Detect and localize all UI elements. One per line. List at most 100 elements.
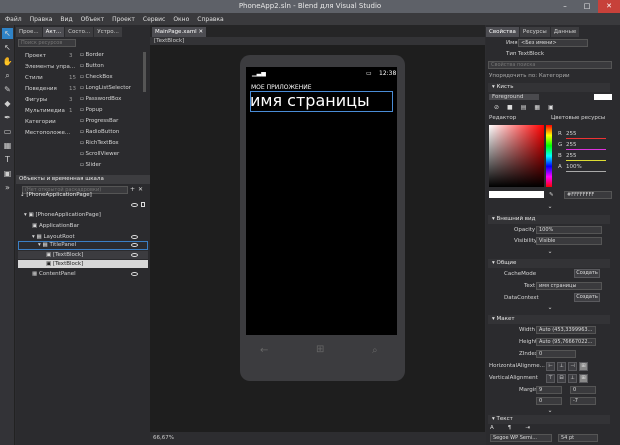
menu-file[interactable]: Файл	[5, 16, 22, 23]
category-item[interactable]: Поведения	[25, 86, 57, 92]
control-item[interactable]: ▫ Slider	[80, 162, 101, 168]
hex-field[interactable]	[564, 191, 612, 199]
asset-search-input[interactable]	[18, 39, 76, 47]
control-item[interactable]: ▫ Popup	[80, 107, 102, 113]
category-item[interactable]: Мультимедиа	[25, 108, 65, 114]
appearance-section[interactable]: ▾ Внешний вид	[488, 215, 610, 224]
menu-tools[interactable]: Сервис	[143, 16, 165, 23]
cachemode-create-button[interactable]: Создать	[574, 269, 600, 278]
solid-brush-icon[interactable]: ■	[507, 104, 513, 111]
color-resources-tab[interactable]: Цветовые ресурсы	[551, 115, 605, 121]
tab-project[interactable]: Прое...	[16, 27, 42, 37]
brush-expand-icon[interactable]: ⌄	[546, 203, 554, 210]
control-item[interactable]: ▫ CheckBox	[80, 74, 113, 80]
visibility-eye-icon[interactable]	[131, 235, 138, 239]
margin-left-field[interactable]	[536, 386, 562, 394]
g-value[interactable]: 255	[566, 142, 577, 148]
brush-section[interactable]: ▾ Кисть	[488, 83, 610, 92]
minimize-button[interactable]: –	[554, 0, 576, 13]
g-slider[interactable]	[566, 149, 606, 150]
add-storyboard-icon[interactable]: +	[130, 186, 135, 193]
control-item[interactable]: ▫ Border	[80, 52, 104, 58]
menu-view[interactable]: Вид	[60, 16, 72, 23]
rectangle-tool-icon[interactable]: ▭	[2, 126, 13, 137]
margin-top-field[interactable]	[570, 386, 596, 394]
a-slider[interactable]	[566, 171, 606, 172]
control-item[interactable]: ▫ ScrollViewer	[80, 151, 119, 157]
gradient-brush-icon[interactable]: ▤	[521, 104, 527, 111]
lock-icon[interactable]	[141, 202, 145, 207]
menu-window[interactable]: Окно	[173, 16, 189, 23]
control-item[interactable]: ▫ Button	[80, 63, 104, 69]
layout-section[interactable]: ▾ Макет	[488, 315, 610, 324]
align-center-icon[interactable]: ⊥	[557, 362, 566, 371]
margin-right-field[interactable]	[536, 397, 562, 405]
category-item[interactable]: Фигуры	[25, 97, 47, 103]
visibility-select[interactable]	[536, 237, 602, 245]
category-item[interactable]: Стили	[25, 75, 43, 81]
maximize-button[interactable]: □	[576, 0, 598, 13]
a-value[interactable]: 100%	[566, 164, 582, 170]
name-field[interactable]	[518, 39, 588, 47]
visibility-eye-icon[interactable]	[131, 203, 138, 207]
visibility-eye-icon[interactable]	[131, 243, 138, 247]
asset-scrollbar[interactable]	[143, 52, 146, 92]
resource-brush-icon[interactable]: ▣	[548, 104, 554, 111]
menu-project[interactable]: Проект	[112, 16, 135, 23]
height-field[interactable]	[536, 338, 596, 346]
valign-top-icon[interactable]: ⊤	[546, 374, 555, 383]
valign-stretch-icon[interactable]: ⊞	[579, 374, 588, 383]
tile-brush-icon[interactable]: ▦	[534, 104, 540, 111]
app-title[interactable]: МОЕ ПРИЛОЖЕНИЕ	[251, 84, 312, 91]
hue-slider[interactable]	[546, 125, 552, 187]
category-item[interactable]: Элементы упра...	[25, 64, 75, 70]
property-search-input[interactable]	[488, 61, 612, 69]
align-right-icon[interactable]: ⊣	[568, 362, 577, 371]
tree-item[interactable]: ▾ ▦ LayoutRoot	[32, 234, 75, 240]
tab-data[interactable]: Данные	[550, 27, 580, 37]
r-slider[interactable]	[566, 138, 606, 139]
eyedropper-icon[interactable]: ✎	[549, 192, 554, 198]
tab-resources[interactable]: Ресурсы	[519, 27, 550, 37]
valign-center-icon[interactable]: ⊟	[557, 374, 566, 383]
control-item[interactable]: ▫ LongListSelector	[80, 85, 131, 91]
zoom-tool-icon[interactable]: ⌕	[2, 70, 13, 81]
page-title[interactable]: имя страницы	[250, 91, 370, 110]
width-field[interactable]	[536, 326, 596, 334]
r-value[interactable]: 255	[566, 131, 577, 137]
foreground-swatch[interactable]	[594, 94, 612, 100]
layout-tool-icon[interactable]: ▦	[2, 140, 13, 151]
tree-item[interactable]: ▾ ▣ [PhoneApplicationPage]	[24, 212, 101, 218]
tree-item[interactable]: ▾ ▦ TitlePanel	[38, 242, 76, 248]
font-tab[interactable]: A	[490, 425, 494, 431]
menu-help[interactable]: Справка	[197, 16, 223, 23]
align-left-icon[interactable]: ⊢	[546, 362, 555, 371]
tree-item-selected[interactable]: ▣ [TextBlock]	[46, 261, 83, 267]
menu-edit[interactable]: Правка	[30, 16, 53, 23]
foreground-row[interactable]: Foreground	[489, 94, 539, 100]
direct-select-tool-icon[interactable]: ↖	[2, 42, 13, 53]
root-element[interactable]: ⇣ [PhoneApplicationPage]	[20, 192, 92, 198]
tab-assets[interactable]: Акт...	[42, 27, 65, 37]
common-expand-icon[interactable]: ⌄	[546, 304, 554, 311]
tree-item[interactable]: ▣ ApplicationBar	[32, 223, 79, 229]
tree-item[interactable]: ▣ [TextBlock]	[46, 252, 83, 258]
paragraph-tab[interactable]: ¶	[508, 425, 512, 431]
align-stretch-icon[interactable]: ⊞	[579, 362, 588, 371]
valign-bottom-icon[interactable]: ⊥	[568, 374, 577, 383]
control-tool-icon[interactable]: ▣	[2, 168, 13, 179]
spacing-tab[interactable]: ⇥	[525, 425, 530, 431]
eyedropper-tool-icon[interactable]: ✎	[2, 84, 13, 95]
control-item[interactable]: ▫ RadioButton	[80, 129, 119, 135]
pan-tool-icon[interactable]: ✋	[2, 56, 13, 67]
tab-mainpage[interactable]: MainPage.xaml ✕	[152, 27, 207, 37]
paint-bucket-tool-icon[interactable]: ◆	[2, 98, 13, 109]
b-slider[interactable]	[566, 160, 606, 161]
control-item[interactable]: ▫ PasswordBox	[80, 96, 121, 102]
text-section[interactable]: ▾ Текст	[488, 415, 610, 424]
editor-label[interactable]: Редактор	[489, 115, 516, 121]
breadcrumb[interactable]: [TextBlock]	[150, 37, 485, 45]
text-field[interactable]	[536, 282, 602, 290]
font-family-field[interactable]	[490, 434, 552, 442]
assets-tool-icon[interactable]: »	[2, 182, 13, 193]
